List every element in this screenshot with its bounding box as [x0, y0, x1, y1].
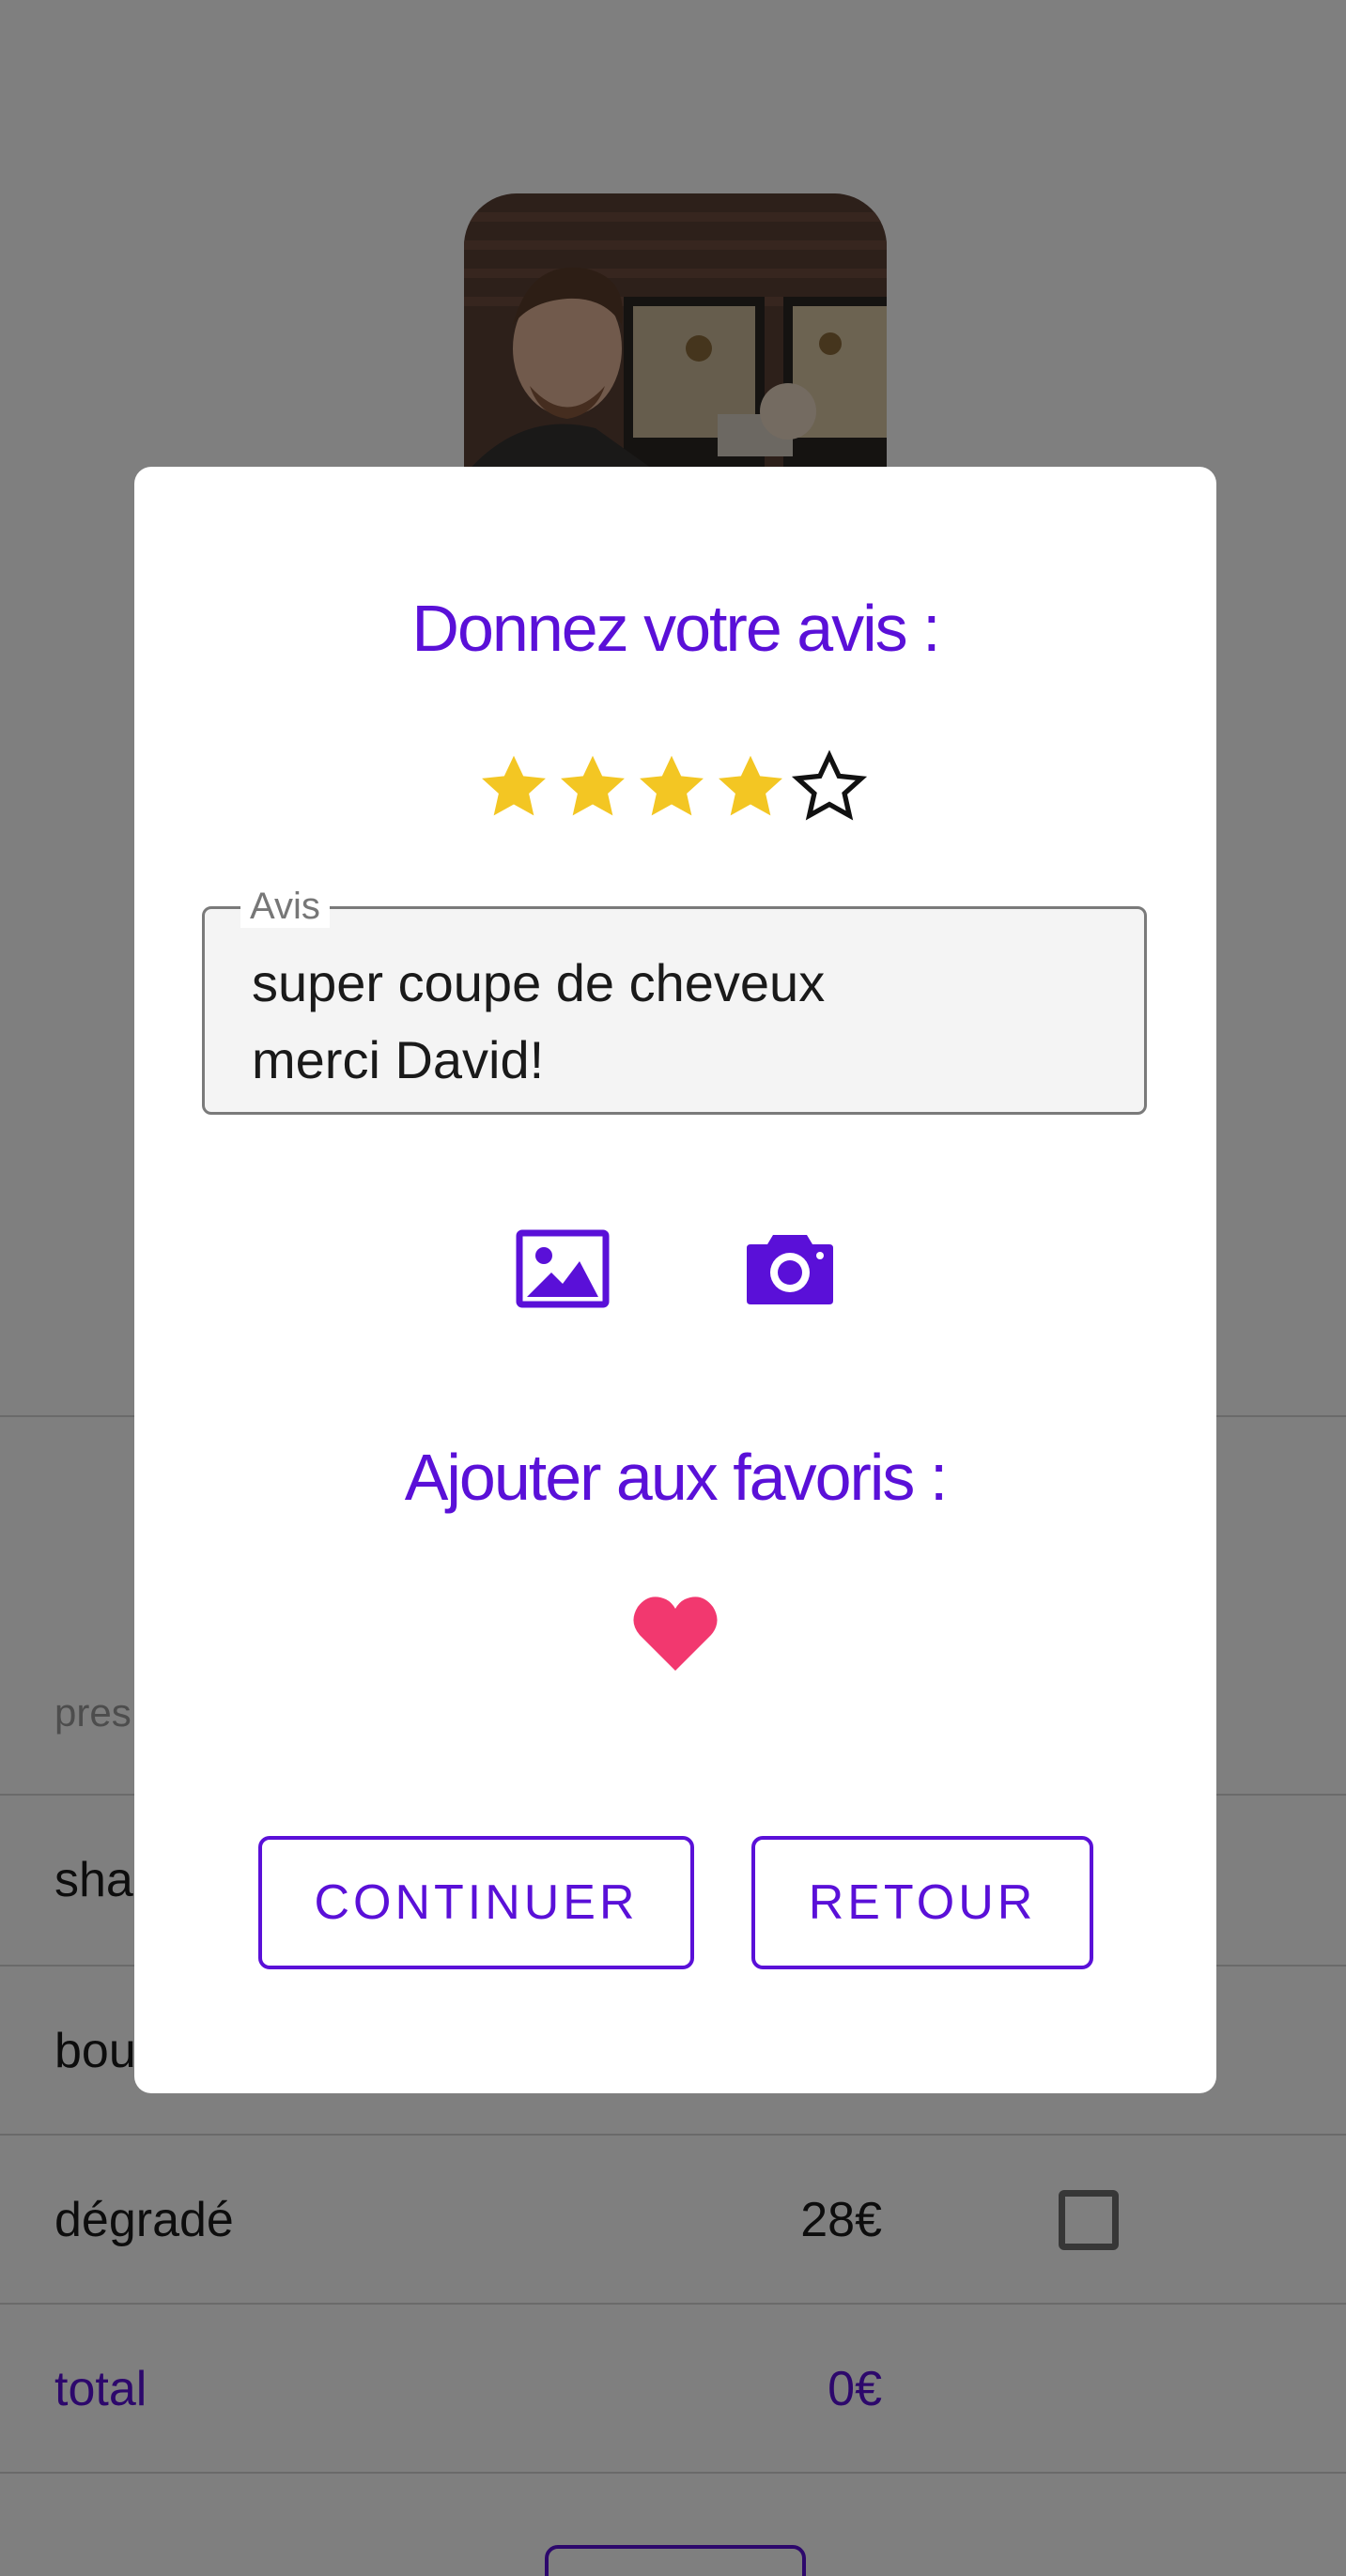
- image-icon[interactable]: [516, 1229, 610, 1310]
- review-input-label: Avis: [240, 885, 330, 928]
- review-dialog: Donnez votre avis : Avis super coupe de …: [134, 467, 1216, 2093]
- review-input-value[interactable]: super coupe de cheveux merci David!: [252, 945, 1097, 1099]
- star-rating: [474, 747, 869, 829]
- camera-icon[interactable]: [743, 1229, 837, 1310]
- star-empty-icon[interactable]: [790, 747, 869, 829]
- star-filled-icon[interactable]: [474, 747, 553, 829]
- back-button[interactable]: RETOUR: [751, 1836, 1093, 1969]
- continue-button[interactable]: CONTINUER: [258, 1836, 694, 1969]
- star-filled-icon[interactable]: [711, 747, 790, 829]
- star-filled-icon[interactable]: [553, 747, 632, 829]
- star-filled-icon[interactable]: [632, 747, 711, 829]
- review-input[interactable]: Avis super coupe de cheveux merci David!: [202, 885, 1147, 1115]
- favorites-title: Ajouter aux favoris :: [404, 1441, 949, 1514]
- heart-icon[interactable]: [632, 1594, 719, 1673]
- review-title: Donnez votre avis :: [411, 592, 940, 665]
